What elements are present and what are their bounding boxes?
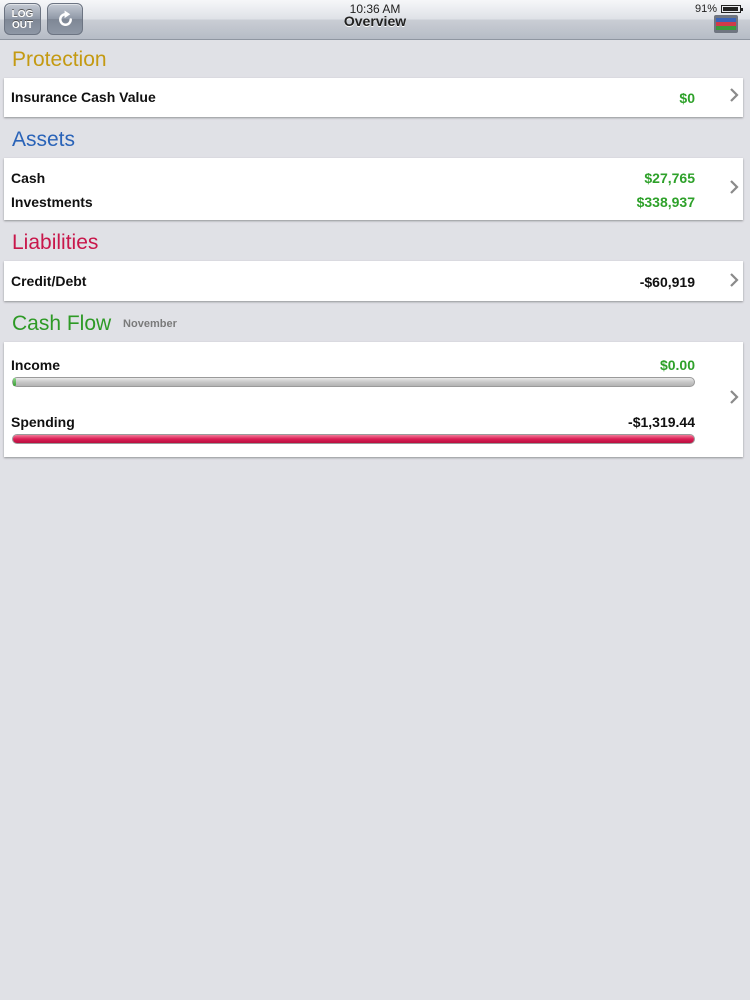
liabilities-card[interactable]: Credit/Debt -$60,919 — [4, 261, 743, 301]
chevron-right-icon — [730, 88, 739, 102]
spending-progress-bar — [12, 434, 695, 444]
credit-debt-label: Credit/Debt — [11, 273, 87, 289]
protection-card[interactable]: Insurance Cash Value $0 — [4, 78, 743, 117]
income-progress-bar — [12, 377, 695, 387]
section-title-liabilities: Liabilities — [12, 231, 98, 255]
investments-label: Investments — [11, 194, 93, 210]
chevron-right-icon — [730, 273, 739, 287]
cash-label: Cash — [11, 170, 46, 186]
protection-title: Protection — [12, 48, 107, 71]
insurance-cash-value-label: Insurance Cash Value — [11, 89, 156, 105]
insurance-cash-value-amount: $0 — [679, 90, 695, 106]
liabilities-title: Liabilities — [12, 231, 99, 254]
battery-icon — [721, 5, 743, 13]
credit-debt-amount: -$60,919 — [639, 274, 695, 290]
investments-amount: $338,937 — [636, 194, 695, 210]
battery-level-fill — [723, 7, 738, 11]
chevron-right-icon — [730, 390, 739, 404]
navigation-bar: LOG OUT 10:36 AM Overview 91% — [0, 0, 750, 40]
income-progress-fill — [13, 378, 16, 386]
section-title-protection: Protection — [12, 48, 107, 72]
section-title-cash-flow: Cash Flow November — [12, 312, 177, 336]
chevron-right-icon — [730, 180, 739, 194]
income-label: Income — [11, 357, 61, 373]
assets-card[interactable]: Cash $27,765 Investments $338,937 — [4, 158, 743, 220]
battery-percent: 91% — [695, 3, 718, 15]
cash-flow-period: November — [123, 318, 177, 331]
assets-title: Assets — [12, 128, 76, 151]
spending-label: Spending — [11, 414, 75, 430]
spending-amount: -$1,319.44 — [628, 414, 695, 430]
spending-progress-fill — [13, 435, 694, 443]
flag-icon[interactable] — [714, 15, 738, 33]
cash-flow-card[interactable]: Income $0.00 Spending -$1,319.44 — [4, 342, 743, 457]
page-title: Overview — [343, 13, 407, 29]
section-title-assets: Assets — [12, 128, 75, 152]
cash-amount: $27,765 — [644, 170, 695, 186]
cash-flow-title: Cash Flow — [12, 312, 112, 335]
income-amount: $0.00 — [659, 357, 695, 373]
